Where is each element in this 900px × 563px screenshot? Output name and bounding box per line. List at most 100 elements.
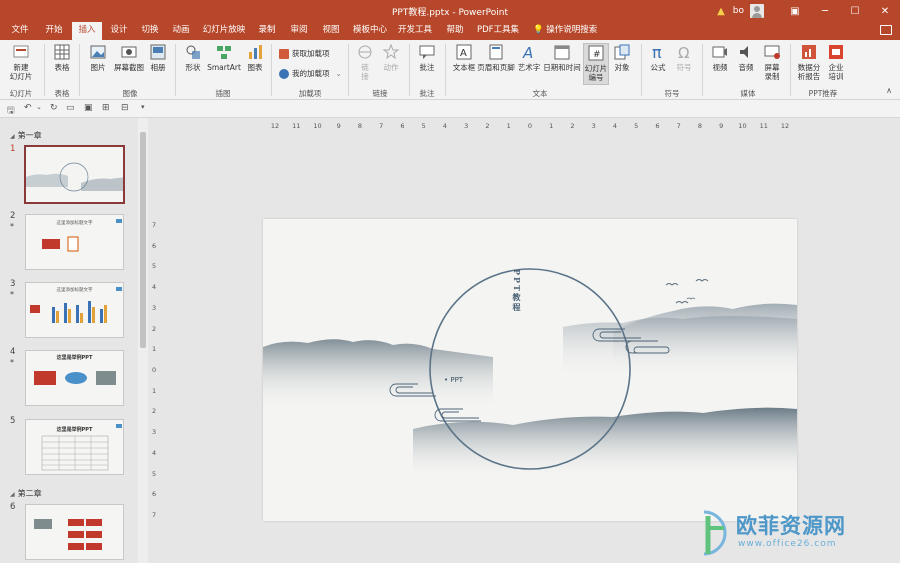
- get-addins-button[interactable]: 获取加载项: [279, 48, 330, 59]
- screenshot-icon: [121, 46, 137, 58]
- section-chapter-1[interactable]: ◢ 第一章: [10, 130, 42, 141]
- link-button[interactable]: 链接: [355, 43, 375, 81]
- slide-thumbnail-2[interactable]: 这里添加标题文字: [25, 214, 124, 270]
- tab-view[interactable]: 视图: [317, 22, 345, 40]
- action-button[interactable]: 动作: [380, 43, 402, 72]
- comment-icon: [419, 45, 435, 59]
- chevron-down-icon: ⌄: [335, 69, 342, 78]
- slide-number-button[interactable]: # 幻灯片 编号: [583, 43, 609, 85]
- my-addins-button[interactable]: 我的加载项 ⌄: [279, 68, 342, 79]
- horizontal-ruler[interactable]: 12 11 10 9 8 7 6 5 4 3 2 1 0 1 2 3 4 5 6 7 8 9 10 11 12: [263, 121, 797, 131]
- group-label-slides: 幻灯片: [9, 89, 33, 98]
- slide-thumbnail-5[interactable]: 这里是举例PPT: [25, 419, 124, 475]
- tab-developer[interactable]: 开发工具: [394, 22, 436, 40]
- slide-thumbnail-1[interactable]: [24, 145, 125, 204]
- ribbon-display-options-icon[interactable]: ▣: [780, 0, 810, 22]
- tab-review[interactable]: 审阅: [285, 22, 313, 40]
- ruler-tick-label: 1: [506, 122, 511, 130]
- chart-button[interactable]: 图表: [244, 43, 266, 72]
- album-button[interactable]: 相册: [146, 43, 170, 72]
- slide-canvas[interactable]: PPT教程 • PPT: [263, 219, 797, 521]
- tab-pdf-tools[interactable]: PDF工具集: [476, 22, 520, 40]
- picture-button[interactable]: 图片: [86, 43, 110, 72]
- ruler-tick-label: 5: [152, 262, 157, 271]
- picture-icon: [90, 45, 106, 59]
- ruler-tick-label: 12: [780, 122, 790, 130]
- smartart-button[interactable]: SmartArt: [206, 43, 242, 72]
- customize-qat-icon[interactable]: ▾: [141, 103, 145, 111]
- object-button[interactable]: 对象: [611, 43, 633, 72]
- tab-record[interactable]: 录制: [253, 22, 281, 40]
- start-from-beginning-icon[interactable]: ▭: [66, 103, 75, 113]
- comments-icon[interactable]: [880, 25, 892, 35]
- tab-slideshow[interactable]: 幻灯片放映: [201, 22, 247, 40]
- user-name[interactable]: bo: [733, 6, 744, 16]
- report-icon: [802, 45, 816, 59]
- ruler-tick-label: 2: [570, 122, 575, 130]
- ruler-tick-label: 3: [152, 428, 157, 437]
- slide-vertical-title[interactable]: PPT教程: [512, 269, 523, 313]
- ruler-tick-label: 7: [379, 122, 384, 130]
- slide-ppt-label[interactable]: • PPT: [444, 376, 463, 384]
- object-icon: [614, 44, 630, 60]
- save-icon[interactable]: 🖫: [7, 103, 15, 119]
- slide-number: 3: [10, 279, 16, 289]
- present-icon[interactable]: ▣: [84, 103, 93, 113]
- title-bar: PPT教程.pptx - PowerPoint ▲ bo ▣ ─ ☐ ✕: [0, 0, 900, 22]
- calendar-icon: [554, 45, 570, 60]
- avatar[interactable]: [750, 4, 764, 18]
- slide-thumbnail-4[interactable]: 这里是举例PPT: [25, 350, 124, 406]
- chart-icon: [249, 45, 262, 59]
- shapes-button[interactable]: 形状: [182, 43, 204, 72]
- header-footer-button[interactable]: 页眉和页脚: [477, 43, 515, 72]
- ruler-tick-label: 6: [152, 241, 157, 250]
- section-chapter-2[interactable]: ◢ 第二章: [10, 488, 42, 499]
- quick-access-toolbar: 🖫 ↶ ⌄ ↻ ▭ ▣ ⊞ ⊟ ▾: [0, 100, 900, 118]
- slide-number: 1: [10, 144, 16, 154]
- ruler-tick-label: 7: [152, 511, 157, 519]
- slide-thumbnail-3[interactable]: 这里添加标题文字: [25, 282, 124, 338]
- symbol-button[interactable]: Ω 符号: [673, 43, 695, 72]
- search-box[interactable]: 💡 操作说明搜索: [533, 22, 597, 40]
- screen-record-button[interactable]: 屏幕 录制: [761, 43, 783, 81]
- maximize-button[interactable]: ☐: [840, 0, 870, 22]
- table-button[interactable]: 表格: [50, 43, 74, 72]
- tab-insert[interactable]: 插入: [72, 22, 102, 40]
- wordart-button[interactable]: A 艺术字: [516, 43, 542, 72]
- addin-icon: [279, 68, 289, 79]
- slide-number: 5: [10, 416, 16, 426]
- textbox-button[interactable]: A 文本框: [451, 43, 477, 72]
- slide-thumbnail-6[interactable]: [25, 504, 124, 560]
- screen-icon[interactable]: ⊟: [121, 103, 129, 113]
- tab-design[interactable]: 设计: [105, 22, 133, 40]
- redo-icon[interactable]: ↻: [50, 103, 58, 113]
- new-slide-button[interactable]: 新建 幻灯片: [5, 43, 37, 81]
- svg-text:A: A: [460, 48, 467, 59]
- datetime-button[interactable]: 日期和时间: [543, 43, 581, 72]
- thumbnails-scrollbar-thumb[interactable]: [140, 132, 146, 348]
- tab-home[interactable]: 开始: [40, 22, 68, 40]
- undo-icon[interactable]: ↶: [24, 103, 32, 113]
- undo-dropdown-icon[interactable]: ⌄: [36, 103, 42, 111]
- audio-button[interactable]: 音频: [735, 43, 757, 72]
- screenshot-button[interactable]: 屏幕截图: [112, 43, 146, 72]
- tab-help[interactable]: 帮助: [441, 22, 469, 40]
- comment-button[interactable]: 批注: [416, 43, 438, 72]
- close-button[interactable]: ✕: [870, 0, 900, 22]
- collapse-ribbon-icon[interactable]: ∧: [886, 86, 892, 95]
- watermark-url: www.office26.com: [738, 539, 837, 549]
- svg-text:Ω: Ω: [678, 44, 689, 61]
- vertical-ruler[interactable]: 7 6 5 4 3 2 1 0 1 2 3 4 5 6 7: [151, 219, 161, 521]
- data-analysis-button[interactable]: 数据分 析报告: [795, 43, 823, 81]
- tab-template-center[interactable]: 模板中心: [350, 22, 390, 40]
- enterprise-training-button[interactable]: 企业 培训: [825, 43, 847, 81]
- group-label-addins: 加载项: [298, 89, 322, 98]
- equation-button[interactable]: π 公式: [647, 43, 669, 72]
- video-button[interactable]: 视频: [709, 43, 731, 72]
- tab-file[interactable]: 文件: [6, 22, 34, 40]
- tab-transitions[interactable]: 切换: [136, 22, 164, 40]
- tab-animations[interactable]: 动画: [167, 22, 195, 40]
- warning-icon[interactable]: ▲: [717, 6, 725, 17]
- touch-mode-icon[interactable]: ⊞: [102, 103, 110, 113]
- minimize-button[interactable]: ─: [810, 0, 840, 22]
